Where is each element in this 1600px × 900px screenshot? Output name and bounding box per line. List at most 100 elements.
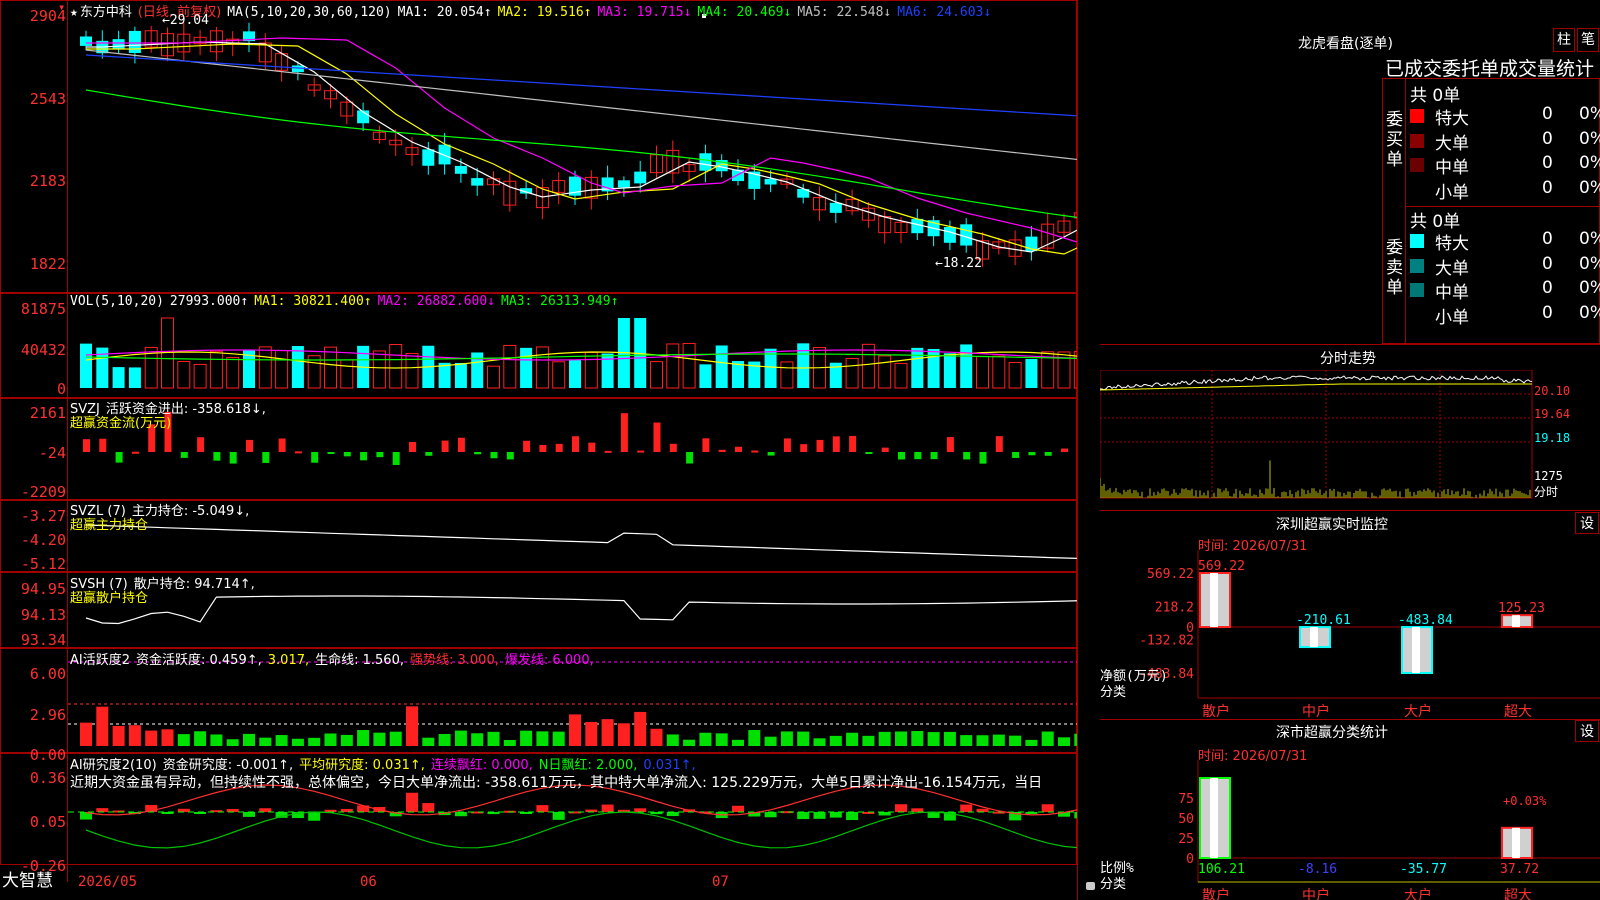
vol-bar [372, 350, 386, 389]
research-bar [422, 803, 435, 812]
x-tick: 2026/05 [78, 874, 138, 890]
star-icon[interactable]: ★ [70, 5, 78, 20]
lock-icon[interactable] [1086, 882, 1095, 890]
svzj-bar [718, 449, 726, 452]
activity-bar [878, 731, 891, 746]
ma-value: MA6: 24.603↓ [897, 5, 992, 20]
activity-bar [911, 731, 924, 746]
row-value: 0 [1542, 153, 1553, 173]
svzj-bar [506, 452, 514, 460]
buy-row: 小单 0 0% [1410, 178, 1600, 203]
svzj-bar [1044, 452, 1052, 456]
monitor-category: 超大 [1504, 704, 1532, 720]
classify-chart[interactable]: 75 50 25 0 106.21 散户 -8.16 中户 -35.77 大户 37.72 超大 +0.… [1100, 760, 1600, 900]
research-bar [454, 812, 467, 817]
lhb-subtitle: 已成交委托单成交量统计 [1385, 58, 1595, 80]
color-swatch [1410, 182, 1424, 197]
row-value: 0 [1542, 278, 1553, 298]
right-divider [1077, 0, 1078, 900]
svzj-bar [930, 452, 938, 460]
row-label: 特大 [1435, 109, 1469, 129]
vol-bar [584, 351, 598, 389]
candle-down [438, 144, 451, 165]
activity-bar [797, 731, 810, 746]
svzj-bar [213, 452, 221, 461]
vol-bar [780, 361, 794, 389]
row-percent: 0% [1579, 153, 1600, 173]
svzj-bar [425, 452, 433, 456]
monitor-category: 中户 [1302, 703, 1330, 720]
activity-bar [128, 725, 141, 746]
monitor-chart[interactable]: 569.22218.20-132.82-483.84569.22散户-210.6… [1100, 550, 1600, 720]
monitor-settings-button[interactable]: 设 [1575, 512, 1599, 534]
row-value: 0 [1542, 229, 1553, 249]
svzj-bar [539, 445, 547, 452]
fenshi-ytick: 19.64 [1534, 407, 1570, 421]
kline-canvas[interactable] [0, 0, 1077, 882]
buy-row: 中单 0 0% [1410, 153, 1600, 178]
vol-bar [209, 350, 223, 389]
activity-bar [194, 731, 207, 746]
monitor-bar-highlight [1310, 627, 1318, 648]
candle-down [699, 153, 712, 171]
research-bar [406, 792, 418, 812]
activity-bar [487, 731, 500, 746]
svzj-subtitle: 超赢资金流(万元) [70, 416, 172, 431]
bar-mode-button[interactable]: 柱 [1553, 28, 1575, 52]
candle-down [829, 202, 842, 213]
fenshi-title: 分时走势 [1320, 351, 1376, 367]
vol-bar [992, 355, 1006, 389]
activity-bar [177, 734, 190, 746]
candle-down [128, 30, 141, 53]
buy-row: 特大 0 0% [1410, 104, 1600, 129]
lhb-title: 龙虎看盘(逐单) [1298, 36, 1393, 52]
pen-mode-button[interactable]: 笔 [1577, 28, 1599, 52]
svsh-subtitle: 超赢散户持仓 [70, 591, 149, 606]
research-bar [1041, 804, 1054, 812]
classify-ytick: 75 [1178, 792, 1194, 807]
activity-bar [748, 730, 761, 746]
fenshi-chart[interactable]: 20.10 19.64 19.18 1275 分时 [1100, 370, 1600, 510]
vol-bar [861, 343, 875, 389]
activity-bar [552, 731, 565, 746]
activity-bar [943, 731, 956, 746]
activity-bar [226, 739, 239, 746]
vol-value: MA3: 26313.949↑ [501, 294, 619, 309]
vol-bar [976, 355, 989, 389]
svzj-bar [669, 443, 677, 452]
classify-settings-button[interactable]: 设 [1575, 720, 1599, 742]
monitor-bar-highlight [1210, 573, 1218, 628]
row-label: 大单 [1435, 258, 1469, 279]
fenshi-frame [1100, 370, 1533, 499]
svzj-bar [278, 438, 286, 452]
ai1-value: 资金活跃度: 0.459↑, [136, 653, 262, 668]
vol-bar [535, 346, 549, 389]
activity-bar [340, 734, 353, 746]
svzj-bar [441, 440, 449, 452]
research-bar [259, 808, 272, 812]
activity-bar [862, 735, 875, 746]
fenshi-ytick: 20.10 [1534, 384, 1570, 398]
vol-ytick: 0 [56, 380, 66, 398]
classify-ytick: 0 [1186, 852, 1194, 867]
svzj-bar [99, 438, 107, 452]
activity-bar [601, 719, 614, 746]
activity-bar [780, 731, 793, 746]
svzj-bar [83, 439, 90, 452]
row-percent: 0% [1579, 104, 1600, 124]
svzj-bar [963, 452, 971, 460]
classify-bar-highlight [1512, 827, 1520, 858]
vol-bar [405, 352, 419, 389]
vol-bar [552, 361, 566, 389]
activity-bar [275, 735, 288, 746]
main-ytick: 2183 [29, 172, 66, 190]
activity-bar [259, 737, 272, 746]
svzl-ytick: -3.27 [20, 507, 66, 525]
activity-bar [895, 731, 907, 746]
fenshi-header-line [1100, 344, 1600, 345]
svzj-bar [653, 422, 661, 452]
vol-bar [666, 343, 680, 389]
candle-down [112, 39, 125, 50]
svzj-bar [783, 438, 791, 452]
vol-bar [454, 362, 467, 388]
